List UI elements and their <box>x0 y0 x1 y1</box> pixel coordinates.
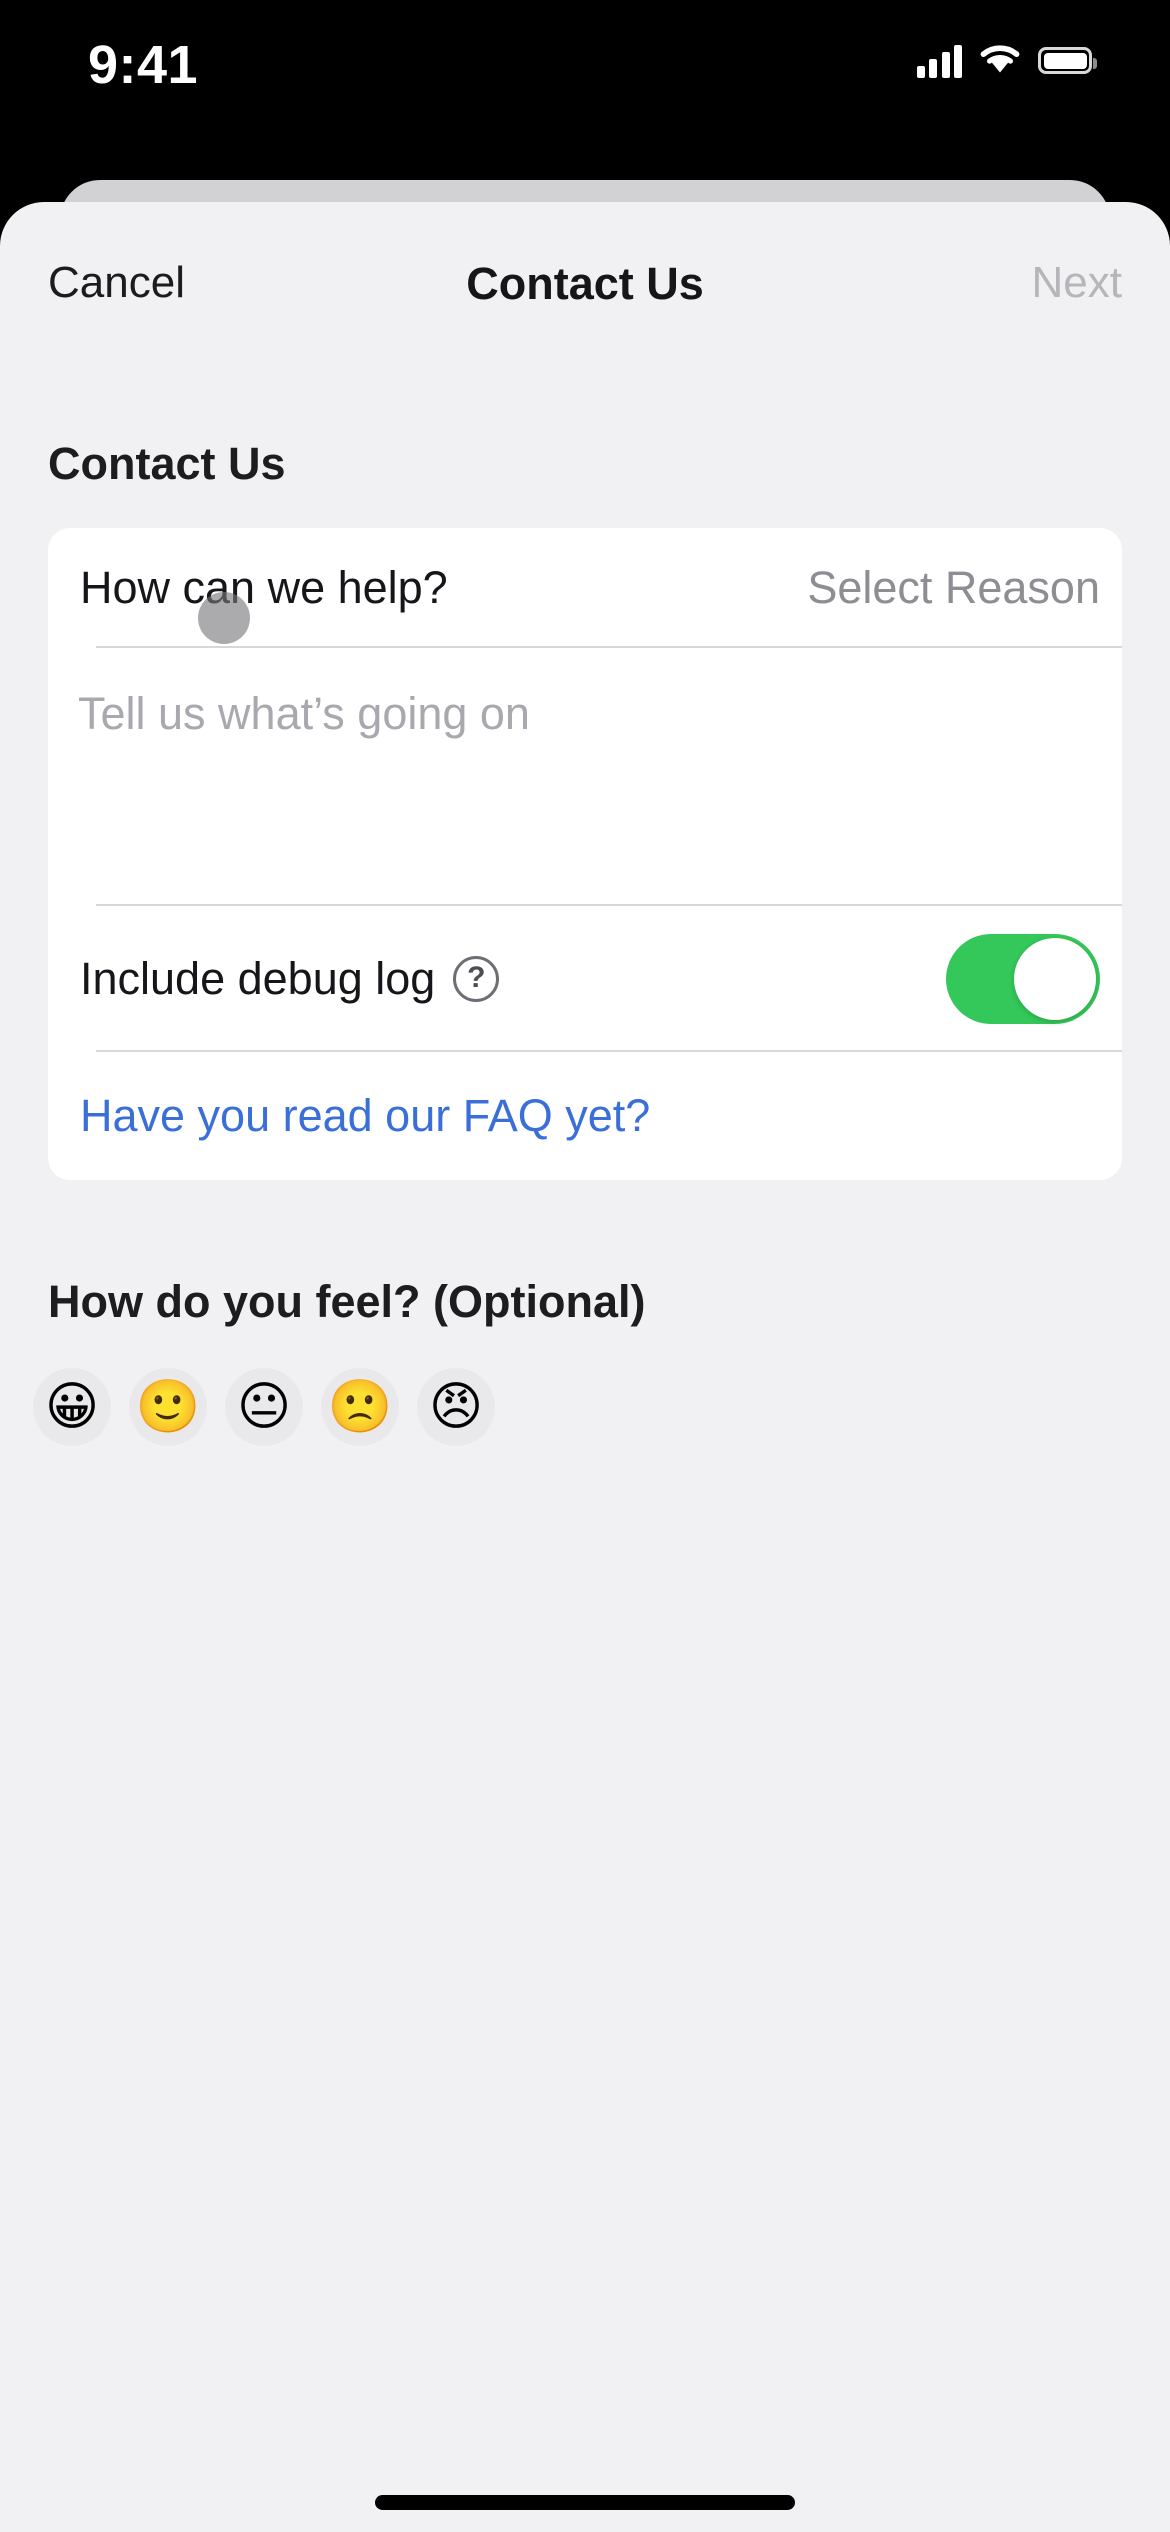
status-bar-time: 9:41 <box>88 35 199 95</box>
debug-log-toggle[interactable] <box>946 934 1100 1024</box>
emoji-grinning[interactable]: 😀 <box>33 1368 111 1446</box>
emoji-angry[interactable]: 😠 <box>417 1368 495 1446</box>
page-title: Contact Us <box>466 258 704 309</box>
contact-section-header: Contact Us <box>48 438 286 489</box>
iphone-screen: 9:41 Cancel Contact Us Next Contact Us H… <box>0 0 1170 2532</box>
emoji-neutral[interactable]: 😐 <box>225 1368 303 1446</box>
emoji-frowning[interactable]: 🙁 <box>321 1368 399 1446</box>
mood-picker: 😀 🙂 😐 🙁 😠 <box>33 1368 1170 1446</box>
toggle-knob <box>1014 938 1096 1020</box>
emoji-smiling[interactable]: 🙂 <box>129 1368 207 1446</box>
message-row[interactable] <box>48 648 1122 906</box>
faq-row[interactable]: Have you read our FAQ yet? <box>48 1052 1122 1180</box>
navigation-bar: Cancel Contact Us Next <box>0 202 1170 352</box>
reason-row[interactable]: How can we help? Select Reason <box>48 528 1122 648</box>
contact-us-sheet: Cancel Contact Us Next Contact Us How ca… <box>0 202 1170 2532</box>
feel-section-header: How do you feel? (Optional) <box>48 1276 646 1327</box>
debug-log-row: Include debug log ? <box>48 906 1122 1052</box>
status-bar: 9:41 <box>0 0 1170 140</box>
debug-log-label: Include debug log <box>80 953 436 1004</box>
cellular-signal-icon <box>916 44 962 78</box>
home-indicator[interactable] <box>375 2495 795 2510</box>
faq-link[interactable]: Have you read our FAQ yet? <box>80 1090 650 1142</box>
battery-full-icon <box>1038 47 1097 74</box>
message-input[interactable] <box>78 686 1090 866</box>
status-bar-indicators <box>916 42 1097 79</box>
wifi-icon <box>978 42 1022 79</box>
next-button[interactable]: Next <box>1032 258 1122 308</box>
question-mark-circle-icon[interactable]: ? <box>453 956 500 1002</box>
contact-form-card: How can we help? Select Reason Include d… <box>48 528 1122 1180</box>
reason-label: How can we help? <box>80 562 448 613</box>
reason-value[interactable]: Select Reason <box>807 562 1100 614</box>
